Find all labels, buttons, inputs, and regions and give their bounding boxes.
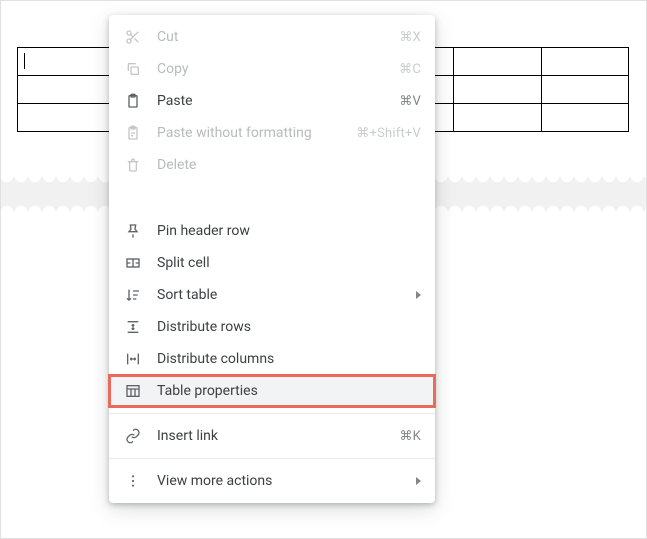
menu-item-view-more[interactable]: View more actions (109, 465, 435, 497)
menu-shortcut: ⌘V (399, 94, 421, 109)
menu-item-copy[interactable]: Copy ⌘C (109, 53, 435, 85)
menu-item-sort-table[interactable]: Sort table (109, 279, 435, 311)
menu-label: Table properties (157, 383, 421, 399)
table-cell[interactable] (18, 76, 118, 104)
menu-item-delete[interactable]: Delete (109, 149, 435, 181)
menu-shortcut: ⌘X (399, 30, 421, 45)
submenu-arrow-icon (416, 477, 421, 485)
menu-separator (109, 413, 435, 414)
text-cursor (24, 53, 25, 69)
menu-label: Split cell (157, 255, 421, 271)
table-cell[interactable] (541, 104, 629, 132)
menu-label: Pin header row (157, 223, 421, 239)
table-icon (123, 381, 143, 401)
menu-shortcut: ⌘C (399, 62, 421, 77)
menu-label: Distribute rows (157, 319, 421, 335)
trash-icon (123, 155, 143, 175)
menu-item-distribute-rows[interactable]: Distribute rows (109, 311, 435, 343)
more-vertical-icon (123, 471, 143, 491)
table-cell[interactable] (454, 48, 542, 76)
table-cell[interactable] (454, 76, 542, 104)
menu-label: Insert link (157, 428, 399, 444)
menu-item-split-cell[interactable]: Split cell (109, 247, 435, 279)
table-cell[interactable] (541, 48, 629, 76)
clipboard-icon (123, 91, 143, 111)
menu-separator (109, 458, 435, 459)
menu-label: Cut (157, 29, 399, 45)
menu-label: Paste (157, 93, 399, 109)
menu-label: Sort table (157, 287, 416, 303)
menu-label: Delete (157, 157, 421, 173)
distribute-columns-icon (123, 349, 143, 369)
menu-gap (109, 181, 435, 215)
sort-icon (123, 285, 143, 305)
menu-item-cut[interactable]: Cut ⌘X (109, 21, 435, 53)
menu-label: Paste without formatting (157, 125, 356, 141)
menu-item-paste-plain[interactable]: Paste without formatting ⌘+Shift+V (109, 117, 435, 149)
copy-icon (123, 59, 143, 79)
submenu-arrow-icon (416, 291, 421, 299)
menu-item-insert-link[interactable]: Insert link ⌘K (109, 420, 435, 452)
table-cell[interactable] (18, 48, 118, 76)
split-cell-icon (123, 253, 143, 273)
table-cell[interactable] (541, 76, 629, 104)
menu-shortcut: ⌘K (399, 429, 421, 444)
pin-icon (123, 221, 143, 241)
menu-shortcut: ⌘+Shift+V (356, 126, 421, 141)
menu-item-table-properties[interactable]: Table properties (109, 375, 435, 407)
table-cell[interactable] (18, 104, 118, 132)
menu-label: View more actions (157, 473, 416, 489)
link-icon (123, 426, 143, 446)
clipboard-plain-icon (123, 123, 143, 143)
menu-item-distribute-columns[interactable]: Distribute columns (109, 343, 435, 375)
distribute-rows-icon (123, 317, 143, 337)
menu-label: Distribute columns (157, 351, 421, 367)
menu-item-pin-header[interactable]: Pin header row (109, 215, 435, 247)
scissors-icon (123, 27, 143, 47)
menu-item-paste[interactable]: Paste ⌘V (109, 85, 435, 117)
menu-label: Copy (157, 61, 399, 77)
table-cell[interactable] (454, 104, 542, 132)
context-menu: Cut ⌘X Copy ⌘C Paste ⌘V Paste without fo… (109, 15, 435, 503)
